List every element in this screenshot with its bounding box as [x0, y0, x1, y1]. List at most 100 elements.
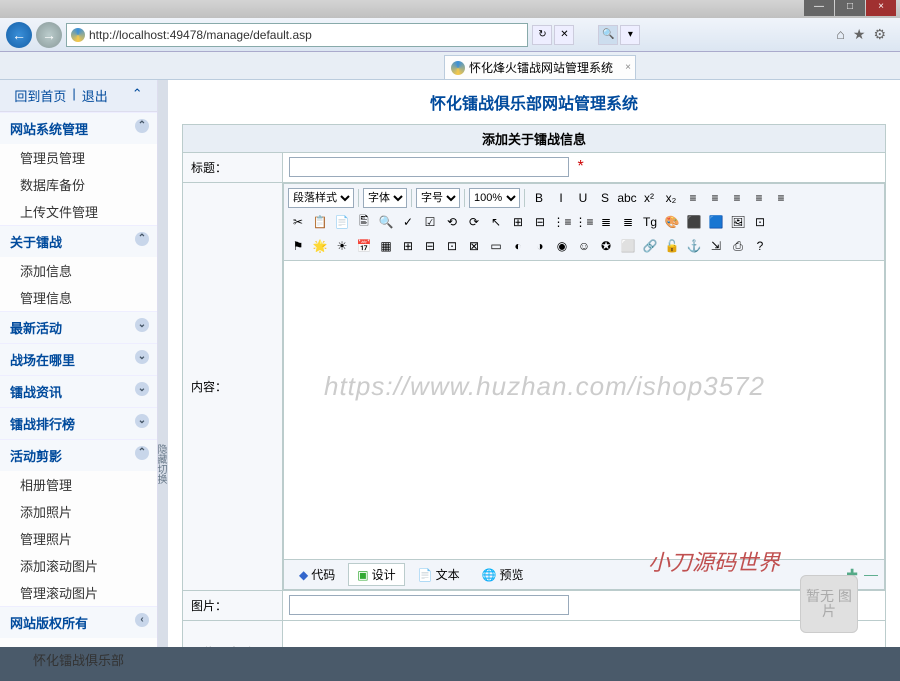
editor-collapse-icon[interactable]: —: [864, 566, 878, 583]
editor-insert-button[interactable]: ◉: [552, 236, 572, 256]
editor-tool-button[interactable]: ☑: [420, 212, 440, 232]
minimize-button[interactable]: —: [804, 0, 834, 16]
sidebar-section-news[interactable]: 最新活动⌄: [0, 311, 157, 343]
editor-insert-button[interactable]: ⚑: [288, 236, 308, 256]
editor-tool-button[interactable]: ≣: [618, 212, 638, 232]
title-input[interactable]: [289, 157, 569, 177]
editor-insert-button[interactable]: ☀: [332, 236, 352, 256]
editor-format-button[interactable]: I: [551, 188, 571, 208]
editor-tab-design[interactable]: ▣设计: [348, 563, 404, 586]
editor-tool-button[interactable]: ⋮≡: [574, 212, 594, 232]
editor-tool-button[interactable]: 🎨: [662, 212, 682, 232]
editor-tab-code[interactable]: ◆代码: [290, 563, 344, 586]
editor-format-button[interactable]: ≡: [705, 188, 725, 208]
editor-tool-button[interactable]: ≣: [596, 212, 616, 232]
chevron-up-icon[interactable]: ⌃: [132, 86, 143, 105]
editor-tool-button[interactable]: ⟲: [442, 212, 462, 232]
favorites-icon[interactable]: ★: [853, 26, 866, 43]
sidebar-item[interactable]: 上传文件管理: [0, 198, 157, 225]
editor-canvas[interactable]: https://www.huzhan.com/ishop3572: [283, 260, 885, 560]
sidebar-section-rank[interactable]: 镭战排行榜⌄: [0, 407, 157, 439]
editor-format-button[interactable]: U: [573, 188, 593, 208]
editor-tool-button[interactable]: 🖺: [354, 212, 374, 232]
editor-insert-button[interactable]: ⚓: [684, 236, 704, 256]
sidebar-section-about[interactable]: 关于镭战⌃: [0, 225, 157, 257]
editor-format-button[interactable]: S: [595, 188, 615, 208]
sidebar-item[interactable]: 添加滚动图片: [0, 552, 157, 579]
editor-tool-button[interactable]: ⊡: [750, 212, 770, 232]
editor-format-button[interactable]: ≡: [749, 188, 769, 208]
editor-insert-button[interactable]: ▦: [376, 236, 396, 256]
editor-insert-button[interactable]: ✪: [596, 236, 616, 256]
sidebar-item[interactable]: 相册管理: [0, 471, 157, 498]
maximize-button[interactable]: □: [835, 0, 865, 16]
sidebar-item[interactable]: 管理照片: [0, 525, 157, 552]
editor-tool-button[interactable]: ⊞: [508, 212, 528, 232]
editor-insert-button[interactable]: ⊡: [442, 236, 462, 256]
editor-tool-button[interactable]: ↖: [486, 212, 506, 232]
editor-insert-button[interactable]: ⎙: [728, 236, 748, 256]
editor-insert-button[interactable]: ⬜: [618, 236, 638, 256]
stop-button[interactable]: ✕: [554, 25, 574, 45]
editor-insert-button[interactable]: ⇲: [706, 236, 726, 256]
editor-tool-button[interactable]: ✂: [288, 212, 308, 232]
sidebar-item[interactable]: 管理员管理: [0, 144, 157, 171]
editor-select-sel3[interactable]: 字号: [416, 188, 460, 208]
editor-insert-button[interactable]: ▭: [486, 236, 506, 256]
editor-tool-button[interactable]: 🖼: [728, 212, 748, 232]
editor-select-sel2[interactable]: 字体: [363, 188, 407, 208]
sidebar-item-manage[interactable]: 管理信息: [0, 284, 157, 311]
sidebar-section-system[interactable]: 网站系统管理⌃: [0, 112, 157, 144]
editor-insert-button[interactable]: 🔓: [662, 236, 682, 256]
editor-tool-button[interactable]: 🔍: [376, 212, 396, 232]
editor-tool-button[interactable]: ⟳: [464, 212, 484, 232]
refresh-button[interactable]: ↻: [532, 25, 552, 45]
editor-insert-button[interactable]: ⊟: [420, 236, 440, 256]
editor-insert-button[interactable]: 🌟: [310, 236, 330, 256]
editor-tool-button[interactable]: ⊟: [530, 212, 550, 232]
editor-select-sel4[interactable]: 100%: [469, 188, 520, 208]
address-bar[interactable]: http://localhost:49478/manage/default.as…: [66, 23, 528, 47]
editor-insert-button[interactable]: ⊞: [398, 236, 418, 256]
editor-tool-button[interactable]: ⋮≡: [552, 212, 572, 232]
tab-close-icon[interactable]: ×: [625, 62, 631, 73]
tools-icon[interactable]: ⚙: [873, 26, 886, 43]
sidebar-section-field[interactable]: 战场在哪里⌄: [0, 343, 157, 375]
compat-button[interactable]: ▾: [620, 25, 640, 45]
sidebar-section-gallery[interactable]: 活动剪影⌃: [0, 439, 157, 471]
editor-tool-button[interactable]: 📋: [310, 212, 330, 232]
sidebar-section-copyright[interactable]: 网站版权所有‹: [0, 606, 157, 638]
editor-tool-button[interactable]: ⬛: [684, 212, 704, 232]
editor-tool-button[interactable]: Tg: [640, 212, 660, 232]
sidebar-toggle[interactable]: 隐藏切换: [158, 80, 168, 647]
editor-format-button[interactable]: B: [529, 188, 549, 208]
forward-button[interactable]: →: [36, 22, 62, 48]
editor-insert-button[interactable]: ☺: [574, 236, 594, 256]
sidebar-section-info[interactable]: 镭战资讯⌄: [0, 375, 157, 407]
home-icon[interactable]: ⌂: [836, 26, 844, 43]
editor-format-button[interactable]: abc: [617, 188, 637, 208]
editor-tool-button[interactable]: ✓: [398, 212, 418, 232]
editor-insert-button[interactable]: 📅: [354, 236, 374, 256]
editor-insert-button[interactable]: ⊠: [464, 236, 484, 256]
editor-tool-button[interactable]: 🟦: [706, 212, 726, 232]
editor-format-button[interactable]: ≡: [771, 188, 791, 208]
sidebar-logout-link[interactable]: 退出: [82, 86, 108, 105]
editor-insert-button[interactable]: ◐: [508, 236, 528, 256]
pic-input[interactable]: [289, 595, 569, 615]
search-dropdown[interactable]: 🔍: [598, 25, 618, 45]
editor-format-button[interactable]: ≡: [727, 188, 747, 208]
editor-format-button[interactable]: x₂: [661, 188, 681, 208]
sidebar-item[interactable]: 添加照片: [0, 498, 157, 525]
sidebar-item-add[interactable]: 添加信息: [0, 257, 157, 284]
editor-insert-button[interactable]: ?: [750, 236, 770, 256]
editor-tab-text[interactable]: 📄文本: [409, 563, 469, 586]
editor-format-button[interactable]: ≡: [683, 188, 703, 208]
editor-insert-button[interactable]: 🔗: [640, 236, 660, 256]
editor-tab-preview[interactable]: 🌐预览: [473, 563, 533, 586]
back-button[interactable]: ←: [6, 22, 32, 48]
editor-insert-button[interactable]: ◑: [530, 236, 550, 256]
sidebar-item[interactable]: 数据库备份: [0, 171, 157, 198]
close-button[interactable]: ×: [866, 0, 896, 16]
browser-tab[interactable]: 怀化烽火镭战网站管理系统 ×: [444, 55, 636, 79]
